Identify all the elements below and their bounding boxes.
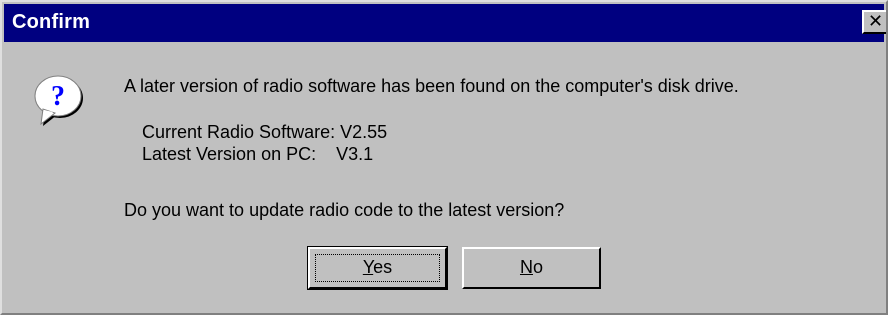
no-button[interactable]: No [462,247,601,289]
title-bar[interactable]: Confirm ✕ [4,4,886,42]
current-version-row: Current Radio Software: V2.55 [142,122,387,143]
button-row: Yes No [2,246,886,291]
close-icon: ✕ [868,11,884,31]
close-button[interactable]: ✕ [862,10,886,34]
confirm-dialog: Confirm ✕ ? A later version of radio sof… [0,0,888,315]
latest-version-row: Latest Version on PC: V3.1 [142,144,373,165]
focus-rect [315,254,440,282]
latest-version-value: V3.1 [336,144,374,164]
question-text: Do you want to update radio code to the … [124,200,565,220]
current-version-label: Current Radio Software: [142,122,336,142]
window-title: Confirm [12,11,91,33]
latest-version-label: Latest Version on PC: [142,144,317,164]
question-glyph: ? [51,81,65,112]
no-label-rest: o [532,257,543,277]
main-message: A later version of radio software has be… [124,76,739,96]
current-version-value: V2.55 [340,122,388,142]
question-icon: ? [34,75,83,126]
yes-button[interactable]: Yes [307,246,448,290]
no-hotkey: N [519,257,533,277]
